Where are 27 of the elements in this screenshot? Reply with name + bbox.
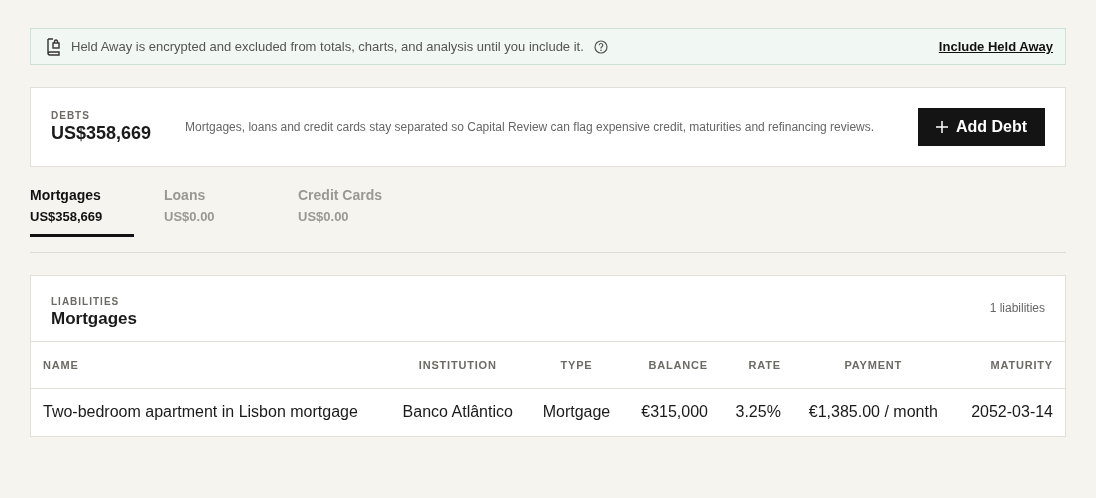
column-header: RATE (719, 342, 793, 389)
add-debt-button[interactable]: Add Debt (917, 108, 1045, 146)
column-header: INSTITUTION (387, 342, 529, 389)
plus-icon (935, 121, 948, 133)
column-header: BALANCE (624, 342, 720, 389)
summary-label: DEBTS (51, 110, 91, 121)
card-title: Mortgages (51, 309, 137, 329)
table-cell: €315,000 (624, 388, 720, 436)
column-header: TYPE (528, 342, 625, 389)
table-cell: 3.25% (719, 388, 793, 436)
column-header: PAYMENT (792, 342, 954, 389)
liability-count: 1 liabilities (989, 301, 1045, 317)
lock-book-icon (45, 37, 61, 56)
table-cell: Banco Atlântico (387, 388, 529, 436)
summary-total: US$358,669 (51, 123, 152, 144)
column-header: MATURITY (953, 342, 1065, 389)
include-link[interactable]: Include Held Away (938, 39, 1053, 54)
column-header: NAME (31, 342, 388, 389)
summary-description: Mortgages, loans and credit cards stay separated so Capital Review can flag expensive credit, maturities and refinancing reviews. (185, 118, 876, 136)
tab[interactable]: Mortgages US$358,669 (30, 187, 134, 237)
table-cell: 2052-03-14 (953, 388, 1065, 436)
table-cell: Two-bedroom apartment in Lisbon mortgage (31, 388, 388, 436)
table-cell: €1,385.00 / month (792, 388, 954, 436)
card-eyebrow: LIABILITIES (51, 296, 121, 307)
help-icon[interactable] (593, 39, 608, 54)
table-cell: Mortgage (528, 388, 625, 436)
notice-text: Held Away is encrypted and excluded from totals, charts, and analysis until you include it. (71, 39, 584, 54)
